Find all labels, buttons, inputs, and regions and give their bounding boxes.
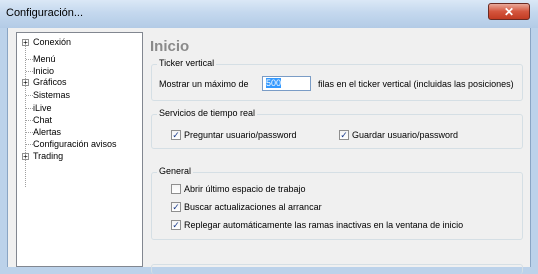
ask-user-checkbox[interactable]: ✓ <box>171 130 181 140</box>
ticker-group-label: Ticker vertical <box>157 58 217 68</box>
expand-conexion-icon[interactable]: + <box>22 39 29 47</box>
window-title: Configuración... <box>6 7 84 19</box>
settings-tree[interactable]: + Conexión Menú Inicio + Gráficos Sistem… <box>16 32 143 267</box>
ticker-suffix: filas en el ticker vertical (incluidas l… <box>318 79 514 89</box>
tree-item-menu[interactable]: Menú <box>33 54 56 64</box>
open-workspace-checkbox[interactable] <box>171 184 181 194</box>
expand-trading-icon[interactable]: + <box>22 153 29 161</box>
tree-line <box>26 120 33 121</box>
tree-line <box>26 144 33 145</box>
close-icon: ✕ <box>503 4 515 19</box>
max-rows-value: 500 <box>266 78 282 88</box>
realtime-group-label: Servicios de tiempo real <box>157 108 258 118</box>
tree-item-configuracion-avisos[interactable]: Configuración avisos <box>33 139 117 149</box>
tree-line <box>25 41 26 187</box>
tree-line <box>26 71 33 72</box>
tree-line <box>26 132 33 133</box>
max-rows-input[interactable]: 500 <box>262 76 311 91</box>
tree-item-ilive[interactable]: iLive <box>33 103 52 113</box>
next-group <box>151 264 523 274</box>
tree-line <box>26 59 33 60</box>
dialog-body: + Conexión Menú Inicio + Gráficos Sistem… <box>7 28 531 274</box>
title-bar[interactable]: Configuración... ✕ <box>0 0 538 28</box>
tree-item-sistemas[interactable]: Sistemas <box>33 90 70 100</box>
tree-line <box>26 108 33 109</box>
tree-item-trading[interactable]: Trading <box>33 151 63 161</box>
tree-item-conexion[interactable]: Conexión <box>33 37 71 47</box>
tree-item-chat[interactable]: Chat <box>33 115 52 125</box>
tree-item-graficos[interactable]: Gráficos <box>33 77 67 87</box>
ticker-prefix: Mostrar un máximo de <box>159 79 249 89</box>
tree-line <box>26 95 33 96</box>
general-group-label: General <box>157 166 194 176</box>
collapse-branches-label[interactable]: Replegar automáticamente las ramas inact… <box>184 220 463 230</box>
collapse-branches-checkbox[interactable]: ✓ <box>171 220 181 230</box>
check-updates-checkbox[interactable]: ✓ <box>171 202 181 212</box>
save-user-label[interactable]: Guardar usuario/password <box>352 130 458 140</box>
tree-item-alertas[interactable]: Alertas <box>33 127 61 137</box>
expand-graficos-icon[interactable]: + <box>22 79 29 87</box>
save-user-checkbox[interactable]: ✓ <box>339 130 349 140</box>
ask-user-label[interactable]: Preguntar usuario/password <box>184 130 297 140</box>
close-button[interactable]: ✕ <box>488 3 530 20</box>
page-title: Inicio <box>150 38 190 55</box>
open-workspace-label[interactable]: Abrir último espacio de trabajo <box>184 184 306 194</box>
check-updates-label[interactable]: Buscar actualizaciones al arrancar <box>184 202 322 212</box>
tree-item-inicio[interactable]: Inicio <box>33 66 54 76</box>
